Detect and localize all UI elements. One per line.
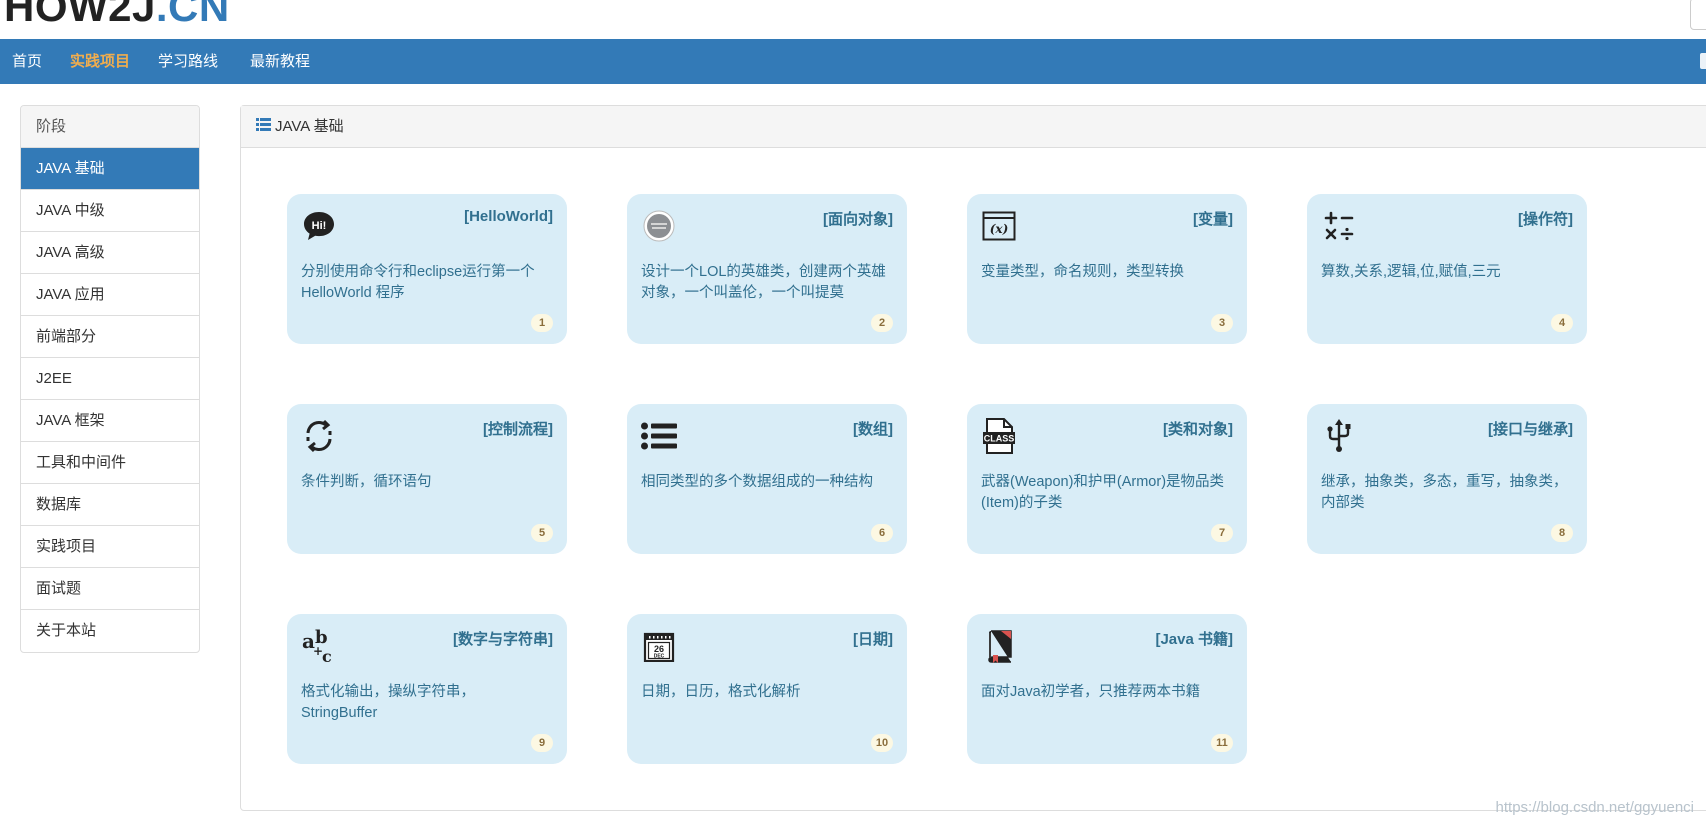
card-number-badge: 3 bbox=[1211, 314, 1233, 332]
variable-icon: (x) bbox=[981, 208, 1017, 244]
panel-heading: JAVA 基础 bbox=[241, 106, 1706, 148]
card-number-badge: 11 bbox=[1211, 734, 1233, 752]
top-navbar: 首页 实践项目 学习路线 最新教程 bbox=[0, 39, 1706, 84]
abc-icon: a b + c bbox=[301, 628, 337, 664]
card-description: 设计一个LOL的英雄类，创建两个英雄对象，一个叫盖伦，一个叫提莫 bbox=[641, 264, 886, 301]
svg-text:26: 26 bbox=[654, 644, 664, 654]
course-card-oop[interactable]: [面向对象] 设计一个LOL的英雄类，创建两个英雄对象，一个叫盖伦，一个叫提莫 … bbox=[627, 194, 907, 344]
svg-text:c: c bbox=[322, 647, 332, 664]
course-card-classes-objects[interactable]: CLASS [类和对象] 武器(Weapon)和护甲(Armor)是物品类(It… bbox=[967, 404, 1247, 554]
calendar-icon: 26 DEC bbox=[641, 628, 677, 664]
card-description: 继承，抽象类，多态，重写，抽象类，内部类 bbox=[1321, 474, 1568, 511]
course-panel: JAVA 基础 Hi! [HelloWorld] 分别使用命令行和eclipse… bbox=[240, 105, 1706, 811]
svg-text:DEC: DEC bbox=[654, 654, 665, 660]
card-number-badge: 5 bbox=[531, 524, 553, 542]
course-card-variables[interactable]: (x) [变量] 变量类型，命名规则，类型转换 3 bbox=[967, 194, 1247, 344]
sidebar-heading: 阶段 bbox=[21, 106, 199, 148]
book-icon bbox=[981, 628, 1017, 664]
list-icon bbox=[641, 418, 677, 454]
sidebar-item-java-intermediate[interactable]: JAVA 中级 bbox=[21, 190, 199, 232]
list-icon bbox=[256, 106, 271, 148]
nav-item-learning-path[interactable]: 学习路线 bbox=[158, 39, 218, 84]
sidebar-item-java-application[interactable]: JAVA 应用 bbox=[21, 274, 199, 316]
card-description: 条件判断，循环语句 bbox=[301, 474, 432, 490]
sidebar-item-java-basic[interactable]: JAVA 基础 bbox=[21, 148, 199, 190]
card-number-badge: 2 bbox=[871, 314, 893, 332]
svg-text:Hi!: Hi! bbox=[312, 220, 327, 232]
class-file-icon: CLASS bbox=[981, 418, 1017, 454]
svg-text:(x): (x) bbox=[990, 222, 1009, 236]
course-card-arrays[interactable]: [数组] 相同类型的多个数据组成的一种结构 6 bbox=[627, 404, 907, 554]
hi-bubble-icon: Hi! bbox=[301, 208, 337, 244]
card-number-badge: 8 bbox=[1551, 524, 1573, 542]
logo-accent-text: .CN bbox=[155, 0, 230, 30]
sidebar-item-database[interactable]: 数据库 bbox=[21, 484, 199, 526]
sidebar-item-frontend[interactable]: 前端部分 bbox=[21, 316, 199, 358]
card-description: 算数,关系,逻辑,位,赋值,三元 bbox=[1321, 264, 1501, 280]
site-logo[interactable]: HOW2J.CN bbox=[4, 0, 230, 28]
card-description: 武器(Weapon)和护甲(Armor)是物品类(Item)的子类 bbox=[981, 474, 1225, 511]
sidebar-item-interview[interactable]: 面试题 bbox=[21, 568, 199, 610]
card-number-badge: 6 bbox=[871, 524, 893, 542]
course-card-operators[interactable]: [操作符] 算数,关系,逻辑,位,赋值,三元 4 bbox=[1307, 194, 1587, 344]
card-description: 相同类型的多个数据组成的一种结构 bbox=[641, 474, 873, 490]
card-description: 格式化输出，操纵字符串，StringBuffer bbox=[301, 684, 475, 721]
sidebar-item-about[interactable]: 关于本站 bbox=[21, 610, 199, 652]
usb-icon bbox=[1321, 418, 1357, 454]
panel-title: JAVA 基础 bbox=[275, 118, 344, 135]
card-title: [变量] bbox=[1193, 211, 1233, 228]
card-title: [日期] bbox=[853, 631, 893, 648]
course-card-numbers-strings[interactable]: a b + c [数字与字符串] 格式化输出，操纵字符串，StringBuffer 9 bbox=[287, 614, 567, 764]
nav-item-latest-tutorials[interactable]: 最新教程 bbox=[250, 39, 310, 84]
card-title: [数字与字符串] bbox=[453, 631, 553, 648]
card-description: 变量类型，命名规则，类型转换 bbox=[981, 264, 1184, 280]
sidebar-item-java-advanced[interactable]: JAVA 高级 bbox=[21, 232, 199, 274]
course-card-java-books[interactable]: [Java 书籍] 面对Java初学者，只推荐两本书籍 11 bbox=[967, 614, 1247, 764]
sidebar-item-projects[interactable]: 实践项目 bbox=[21, 526, 199, 568]
course-card-dates[interactable]: 26 DEC [日期] 日期，日历，格式化解析 10 bbox=[627, 614, 907, 764]
card-number-badge: 7 bbox=[1211, 524, 1233, 542]
nav-cutoff-item[interactable] bbox=[1700, 53, 1706, 69]
card-title: [Java 书籍] bbox=[1155, 631, 1233, 648]
operators-icon bbox=[1321, 208, 1357, 244]
card-title: [数组] bbox=[853, 421, 893, 438]
card-description: 分别使用命令行和eclipse运行第一个HelloWorld 程序 bbox=[301, 264, 535, 301]
card-number-badge: 4 bbox=[1551, 314, 1573, 332]
card-description: 日期，日历，格式化解析 bbox=[641, 684, 801, 700]
sidebar-item-java-frameworks[interactable]: JAVA 框架 bbox=[21, 400, 199, 442]
card-title: [面向对象] bbox=[823, 211, 893, 228]
watermark: https://blog.csdn.net/ggyuenci bbox=[1495, 799, 1694, 816]
card-number-badge: 9 bbox=[531, 734, 553, 752]
lol-logo-icon bbox=[641, 208, 677, 244]
course-card-interfaces-inheritance[interactable]: [接口与继承] 继承，抽象类，多态，重写，抽象类，内部类 8 bbox=[1307, 404, 1587, 554]
card-description: 面对Java初学者，只推荐两本书籍 bbox=[981, 684, 1201, 700]
search-input[interactable] bbox=[1690, 0, 1706, 30]
card-number-badge: 1 bbox=[531, 314, 553, 332]
card-title: [控制流程] bbox=[483, 421, 553, 438]
logo-main-text: HOW2J bbox=[4, 0, 156, 30]
course-card-helloworld[interactable]: Hi! [HelloWorld] 分别使用命令行和eclipse运行第一个Hel… bbox=[287, 194, 567, 344]
svg-text:CLASS: CLASS bbox=[984, 434, 1015, 444]
course-card-control-flow[interactable]: [控制流程] 条件判断，循环语句 5 bbox=[287, 404, 567, 554]
sidebar-item-tools-middleware[interactable]: 工具和中间件 bbox=[21, 442, 199, 484]
nav-item-projects[interactable]: 实践项目 bbox=[70, 39, 130, 84]
stage-sidebar: 阶段 JAVA 基础 JAVA 中级 JAVA 高级 JAVA 应用 前端部分 … bbox=[20, 105, 200, 653]
card-title: [HelloWorld] bbox=[464, 208, 553, 225]
sidebar-item-j2ee[interactable]: J2EE bbox=[21, 358, 199, 400]
card-title: [操作符] bbox=[1518, 211, 1573, 228]
card-number-badge: 10 bbox=[871, 734, 893, 752]
card-title: [类和对象] bbox=[1163, 421, 1233, 438]
card-title: [接口与继承] bbox=[1488, 421, 1573, 438]
loop-arrows-icon bbox=[301, 418, 337, 454]
nav-item-home[interactable]: 首页 bbox=[12, 39, 42, 84]
